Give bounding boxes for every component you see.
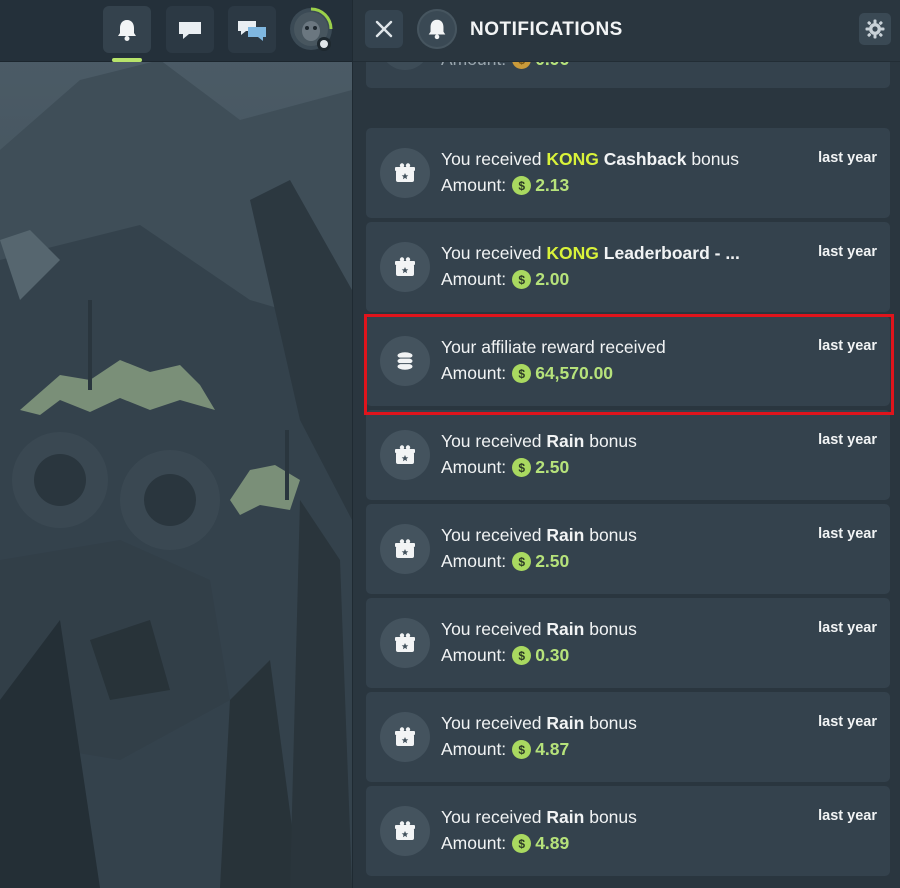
settings-button[interactable] [859,13,891,45]
notification-time: last year [818,714,877,730]
group-chat-nav-button[interactable] [228,6,276,53]
gift-icon [380,242,430,292]
close-icon [375,20,393,38]
notification-message: You received Rain bonus [441,807,637,827]
amount-label: Amount: [441,739,507,759]
close-button[interactable] [365,10,403,48]
gift-icon [380,806,430,856]
notification-message: You received KONG Cashback bonus [441,149,739,169]
chat-bubble-icon [179,21,201,39]
notification-time: last year [818,526,877,542]
amount-value: 2.00 [535,269,570,289]
amount-value: 4.87 [535,739,570,759]
chat-nav-button[interactable] [166,6,214,53]
active-tab-indicator [112,58,142,62]
gear-icon [865,19,885,39]
gift-icon [380,148,430,198]
amount-row: Amount: $ 2.50 [441,457,569,478]
gorilla-avatar-icon [294,7,333,51]
coin-icon: $ [512,364,532,383]
amount-row: Amount: $ 2.00 [441,269,569,290]
amount-label: Amount: [441,551,507,571]
notification-time: last year [818,150,877,166]
gift-icon [380,712,430,762]
chat-bubbles-icon [238,20,266,41]
background-scene [0,0,352,888]
notification-message: You received Rain bonus [441,431,637,451]
notification-card[interactable]: You received Rain bonus last year Amount… [366,692,890,782]
amount-row: Amount: $ 4.87 [441,739,569,760]
amount-value: 2.50 [535,457,570,477]
bell-icon [428,19,446,40]
amount-value: 2.13 [535,175,570,195]
coin-icon: $ [512,458,532,477]
coin-icon: $ [512,270,532,289]
notification-time: last year [818,338,877,354]
amount-row: Amount: $ 64,570.00 [441,363,613,384]
bell-icon [118,19,136,41]
gift-icon [380,618,430,668]
coin-icon: $ [512,552,532,571]
notification-time: last year [818,432,877,448]
notification-time: last year [818,244,877,260]
header-bell-badge [417,9,457,49]
panel-title: NOTIFICATIONS [470,19,623,40]
coins-icon [380,336,430,386]
notification-card[interactable]: You received KONG Cashback bonus last ye… [366,128,890,218]
notification-message: You received Rain bonus [441,619,637,639]
amount-label: Amount: [441,175,507,195]
amount-label: Amount: [441,645,507,665]
notification-card[interactable]: You received Rain bonus last year Amount… [366,504,890,594]
amount-value: 0.30 [535,645,570,665]
notification-card[interactable]: You received KONG Leaderboard - ... last… [366,222,890,312]
amount-row: Amount: $ 2.50 [441,551,569,572]
notification-message: You received Rain bonus [441,525,637,545]
avatar[interactable] [290,7,333,51]
amount-row: Amount: $ 4.89 [441,833,569,854]
notification-card[interactable]: Your affiliate reward received last year… [366,316,890,406]
notification-time: last year [818,808,877,824]
coin-icon: $ [512,646,532,665]
notification-card[interactable]: You received Rain bonus last year Amount… [366,786,890,876]
amount-row: Amount: $ 2.13 [441,175,569,196]
notifications-nav-button[interactable] [103,6,151,53]
amount-row: Amount: $ 0.30 [441,645,569,666]
notifications-panel: NOTIFICATIONS You received KONG Cashback… [352,0,900,888]
gift-icon [380,430,430,480]
coin-icon: $ [512,740,532,759]
amount-label: Amount: [441,457,507,477]
notification-time: last year [818,620,877,636]
top-navigation [0,0,352,62]
notification-message: Your affiliate reward received [441,337,666,357]
notification-card[interactable]: You received Rain bonus last year Amount… [366,410,890,500]
amount-label: Amount: [441,833,507,853]
coin-icon: $ [512,176,532,195]
notification-card[interactable]: You received Rain bonus last year Amount… [366,598,890,688]
notification-message: You received Rain bonus [441,713,637,733]
panel-header: NOTIFICATIONS [353,0,900,62]
jungle-illustration [0,0,352,888]
coin-icon: $ [512,834,532,853]
amount-value: 2.50 [535,551,570,571]
amount-value: 64,570.00 [535,363,614,383]
notification-message: You received KONG Leaderboard - ... [441,243,740,263]
gift-icon [380,524,430,574]
amount-label: Amount: [441,269,507,289]
amount-value: 4.89 [535,833,570,853]
amount-label: Amount: [441,363,507,383]
